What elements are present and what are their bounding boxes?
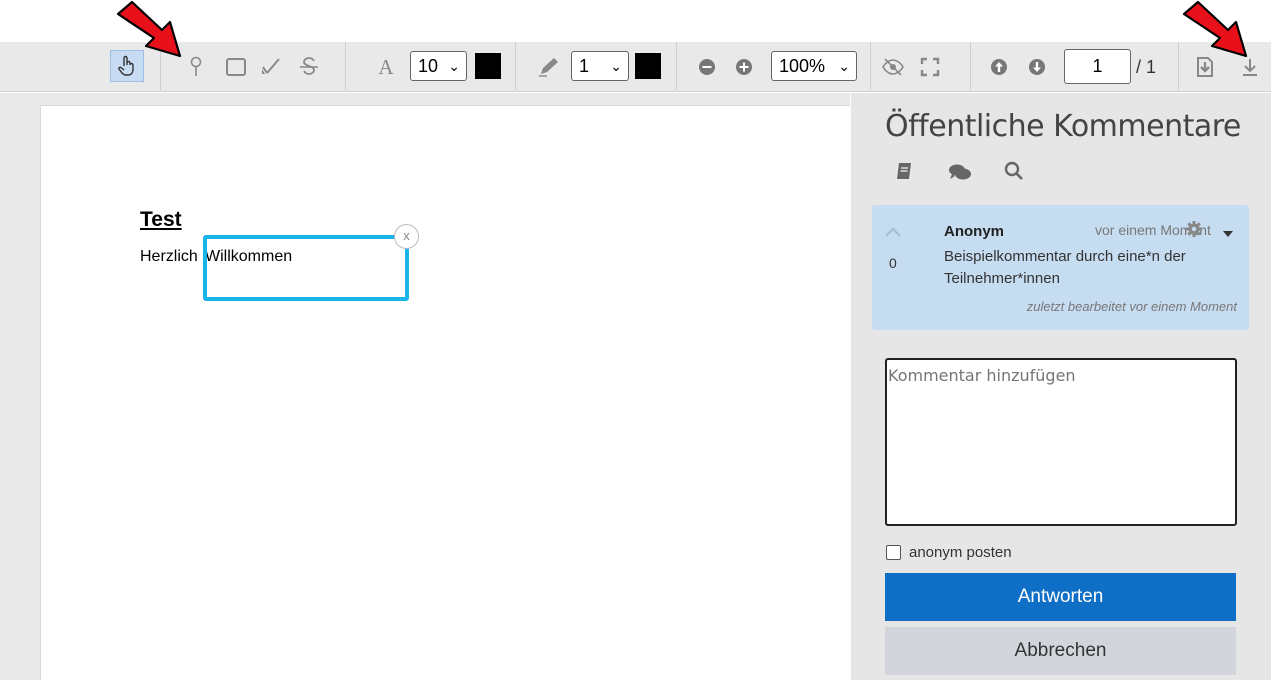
close-icon: x [403, 228, 410, 243]
eye-slash-icon [882, 58, 904, 76]
page-current: 1 [1092, 56, 1103, 76]
page-total: / 1 [1136, 57, 1157, 77]
text-tool-button[interactable]: A [375, 54, 397, 80]
annotation-close-button[interactable]: x [394, 224, 419, 249]
pencil-icon [539, 58, 558, 77]
highlighter-icon [262, 58, 280, 74]
comment-input[interactable] [885, 358, 1237, 526]
rectangle-tool-button[interactable] [224, 54, 248, 80]
reply-button-label: Antworten [1017, 586, 1104, 607]
anonymous-checkbox[interactable] [886, 545, 901, 560]
highlight-tool-button[interactable] [258, 54, 284, 80]
fullscreen-button[interactable] [918, 54, 942, 80]
document-viewer[interactable]: Test Herzlich Willkommen x [0, 93, 850, 680]
document-text-herzlich: Herzlich [140, 248, 198, 265]
comment-edited: zuletzt bearbeitet vor einem Moment [1026, 299, 1237, 314]
previous-page-button[interactable] [989, 57, 1009, 77]
red-arrow-pointer-left [116, 0, 182, 58]
comments-sidebar: Öffentliche Kommentare 0 Anonym vor eine… [851, 93, 1271, 680]
sidebar-title: Öffentliche Kommentare [885, 109, 1241, 144]
overview-button[interactable] [895, 161, 915, 183]
cancel-button[interactable]: Abbrechen [885, 627, 1236, 675]
cancel-button-label: Abbrechen [1014, 640, 1107, 661]
comment-card: 0 Anonym vor einem Moment Beispielkommen… [872, 205, 1249, 330]
pencil-tool-button[interactable] [535, 54, 563, 80]
line-width-select[interactable]: 1 ⌄ [571, 51, 629, 81]
pdf-toolbar: A 10 ⌄ 1 ⌄ 100% ⌄ 1 / 1 [0, 42, 1271, 92]
text-color-swatch[interactable] [475, 53, 501, 79]
line-color-swatch[interactable] [635, 53, 661, 79]
line-width-value: 1 [579, 56, 590, 76]
anonymous-label: anonym posten [909, 544, 1012, 561]
zoom-value: 100% [779, 56, 826, 76]
red-arrow-pointer-right [1182, 0, 1248, 58]
comments-icon [949, 164, 971, 180]
font-size-select[interactable]: 10 ⌄ [410, 51, 467, 81]
book-icon [897, 163, 911, 179]
toggle-annotations-button[interactable] [880, 54, 906, 80]
rectangle-icon [226, 58, 246, 76]
chevron-down-icon: ⌄ [610, 58, 622, 74]
comment-text-line: Beispielkommentar durch eine*n der [944, 248, 1186, 265]
zoom-out-button[interactable] [697, 57, 717, 77]
page-number-input[interactable]: 1 [1064, 49, 1131, 84]
caret-down-icon [1223, 231, 1233, 237]
map-pin-icon [190, 56, 202, 76]
arrow-down-icon [1029, 59, 1045, 75]
comment-text: Beispielkommentar durch eine*n der Teiln… [944, 246, 1186, 290]
chevron-up-icon [885, 227, 901, 237]
reply-button[interactable]: Antworten [885, 573, 1236, 621]
zoom-in-icon [736, 59, 752, 75]
comment-menu-button[interactable] [1222, 225, 1236, 237]
zoom-out-icon [699, 59, 715, 75]
document-heading: Test [140, 208, 182, 231]
arrow-up-icon [991, 59, 1007, 75]
zoom-in-button[interactable] [734, 57, 754, 77]
discussion-button[interactable] [948, 163, 974, 183]
comment-settings-button[interactable] [1185, 220, 1205, 240]
chevron-down-icon: ⌄ [448, 58, 460, 74]
strikethrough-tool-button[interactable] [296, 54, 322, 80]
search-icon [1004, 161, 1023, 180]
next-page-button[interactable] [1027, 57, 1047, 77]
fullscreen-icon [920, 57, 940, 77]
vote-count: 0 [889, 255, 897, 271]
upvote-button[interactable] [884, 225, 904, 241]
rectangle-annotation[interactable] [203, 235, 409, 301]
gear-icon [1186, 221, 1202, 237]
font-size-value: 10 [418, 56, 439, 76]
strikethrough-icon [300, 57, 318, 75]
pdf-page[interactable]: Test Herzlich Willkommen x [40, 105, 850, 680]
chevron-down-icon: ⌄ [838, 58, 850, 74]
search-button[interactable] [1004, 161, 1026, 183]
comment-author: Anonym [944, 223, 1004, 240]
comment-text-line: Teilnehmer*innen [944, 270, 1060, 287]
zoom-select[interactable]: 100% ⌄ [771, 51, 857, 81]
font-icon: A [378, 54, 394, 79]
